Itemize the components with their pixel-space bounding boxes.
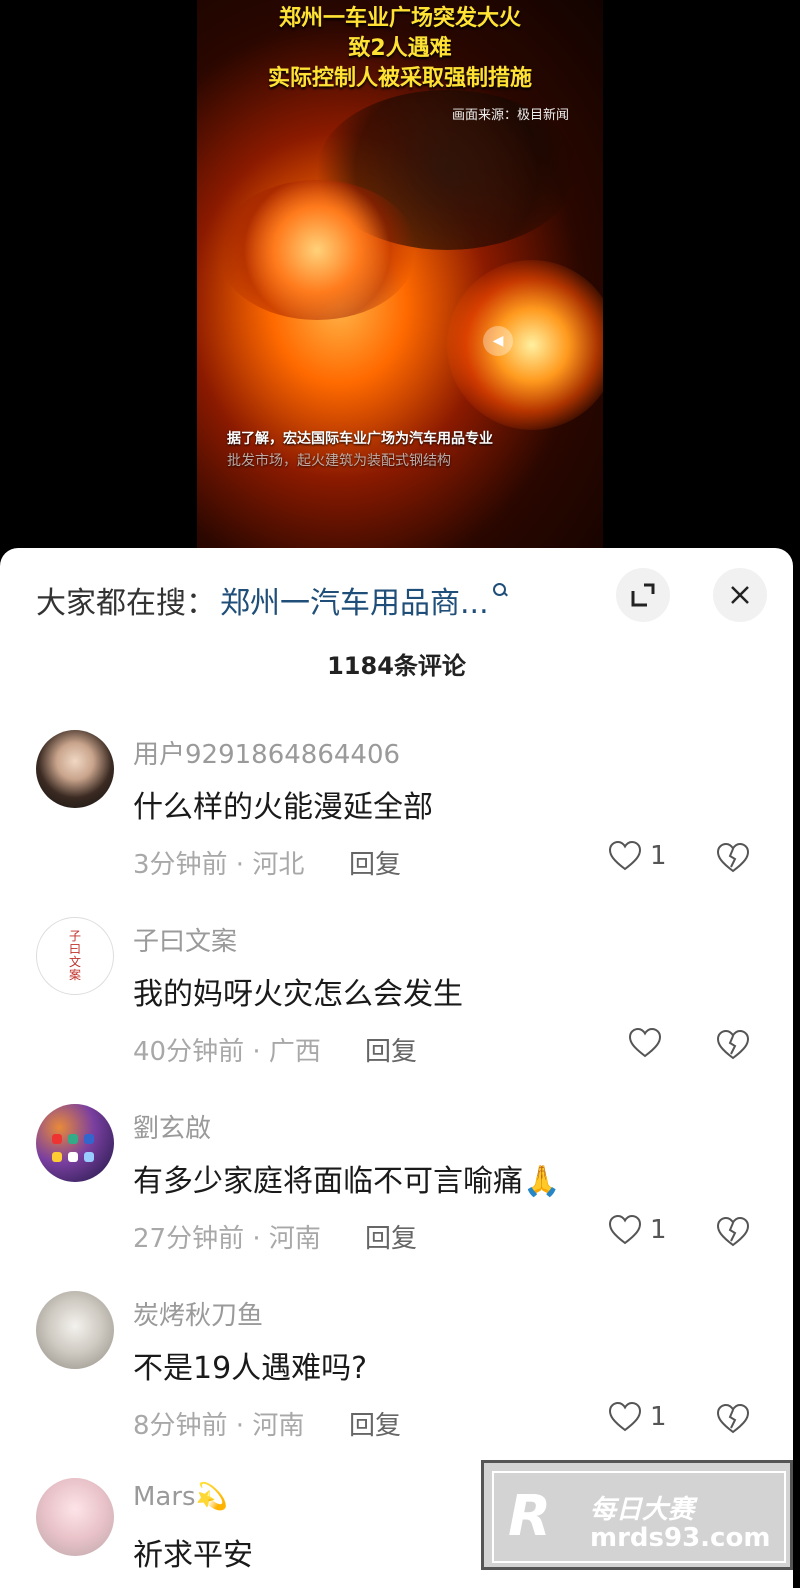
- broken-heart-icon: [716, 1029, 750, 1060]
- reply-button[interactable]: 回复: [365, 1218, 417, 1255]
- video-player[interactable]: 郑州一车业广场突发大火 致2人遇难 实际控制人被采取强制措施 画面来源：极目新闻…: [197, 0, 603, 556]
- comment-username[interactable]: 炭烤秋刀鱼: [133, 1295, 263, 1332]
- dislike-button[interactable]: [716, 1216, 750, 1252]
- comment-item: 炭烤秋刀鱼 不是19人遇难吗? 8分钟前 · 河南 回复 1: [0, 1291, 793, 1477]
- avatar[interactable]: [36, 1478, 114, 1556]
- comment-meta: 40分钟前 · 广西: [133, 1037, 321, 1067]
- fire-graphic-left: [217, 180, 417, 320]
- comment-text: 有多少家庭将面临不可言喻痛🙏: [133, 1164, 561, 1199]
- watermark: R 每日大赛 mrds93.com: [481, 1460, 793, 1570]
- play-icon[interactable]: ◀: [483, 326, 513, 356]
- search-suggestion[interactable]: 大家都在搜： 郑州一汽车用品商...: [36, 578, 507, 622]
- reply-button[interactable]: 回复: [349, 1405, 401, 1442]
- like-button[interactable]: 1: [608, 1214, 667, 1246]
- video-subtitle: 据了解，宏达国际车业广场为汽车用品专业 批发市场，起火建筑为装配式钢结构: [227, 428, 587, 472]
- broken-heart-icon: [716, 842, 750, 873]
- dislike-button[interactable]: [716, 842, 750, 878]
- video-subtitle-line: 据了解，宏达国际车业广场为汽车用品专业: [227, 431, 493, 447]
- search-label: 大家都在搜：: [36, 586, 216, 621]
- search-icon: [492, 583, 507, 597]
- video-source: 画面来源：极目新闻: [451, 108, 569, 123]
- comment-username[interactable]: 劉玄啟: [133, 1108, 211, 1145]
- like-count: 1: [650, 1215, 667, 1245]
- comment-item: 用户9291864864406 什么样的火能漫延全部 3分钟前 · 河北 回复 …: [0, 730, 793, 916]
- comment-text: 不是19人遇难吗?: [133, 1351, 368, 1386]
- comment-username[interactable]: 子曰文案: [133, 921, 237, 958]
- comment-sheet: 大家都在搜： 郑州一汽车用品商... 1184条评论 用户92918648644…: [0, 548, 793, 1588]
- video-title-line: 郑州一车业广场突发大火: [278, 6, 521, 31]
- heart-icon: [608, 1214, 642, 1245]
- broken-heart-icon: [716, 1216, 750, 1247]
- comment-text: 我的妈呀火灾怎么会发生: [133, 977, 463, 1012]
- comment-username[interactable]: 用户9291864864406: [133, 734, 400, 771]
- avatar[interactable]: 子曰文案: [36, 917, 114, 995]
- expand-button[interactable]: [616, 568, 670, 622]
- like-button[interactable]: 1: [608, 1401, 667, 1433]
- watermark-line2: mrds93.com: [590, 1523, 771, 1553]
- avatar-text: 子曰文案: [68, 929, 81, 982]
- video-title-line: 致2人遇难: [348, 36, 452, 61]
- broken-heart-icon: [716, 1403, 750, 1434]
- comment-text: 祈求平安: [133, 1538, 253, 1573]
- comment-item: 子曰文案 子曰文案 我的妈呀火灾怎么会发生 40分钟前 · 广西 回复: [0, 917, 793, 1103]
- heart-icon: [608, 1401, 642, 1432]
- heart-icon: [608, 840, 642, 871]
- avatar[interactable]: [36, 1291, 114, 1369]
- video-title: 郑州一车业广场突发大火 致2人遇难 实际控制人被采取强制措施: [197, 4, 603, 94]
- search-query-link[interactable]: 郑州一汽车用品商...: [220, 578, 489, 622]
- watermark-frame: R 每日大赛 mrds93.com: [492, 1471, 786, 1563]
- close-button[interactable]: [713, 568, 767, 622]
- like-button[interactable]: 1: [608, 840, 667, 872]
- watermark-logo: R: [508, 1484, 552, 1549]
- comment-meta: 3分钟前 · 河北: [133, 850, 305, 880]
- like-button[interactable]: [628, 1027, 670, 1059]
- like-count: 1: [650, 841, 667, 871]
- expand-icon: [631, 583, 655, 607]
- comment-count: 1184条评论: [327, 652, 466, 680]
- like-count: 1: [650, 1402, 667, 1432]
- watermark-line1: 每日大赛: [590, 1495, 695, 1525]
- video-subtitle-line: 批发市场，起火建筑为装配式钢结构: [227, 453, 451, 469]
- dislike-button[interactable]: [716, 1403, 750, 1439]
- comment-meta: 27分钟前 · 河南: [133, 1224, 321, 1254]
- video-area: 郑州一车业广场突发大火 致2人遇难 实际控制人被采取强制措施 画面来源：极目新闻…: [0, 0, 800, 560]
- avatar[interactable]: [36, 1104, 114, 1182]
- video-title-line: 实际控制人被采取强制措施: [267, 66, 532, 91]
- fire-graphic-right: [447, 260, 603, 430]
- reply-button[interactable]: 回复: [365, 1031, 417, 1068]
- avatar[interactable]: [36, 730, 114, 808]
- comment-meta: 8分钟前 · 河南: [133, 1411, 305, 1441]
- close-icon: [731, 586, 749, 604]
- comment-item: 劉玄啟 有多少家庭将面临不可言喻痛🙏 27分钟前 · 河南 回复 1: [0, 1104, 793, 1290]
- reply-button[interactable]: 回复: [349, 844, 401, 881]
- comment-text: 什么样的火能漫延全部: [133, 790, 433, 825]
- heart-icon: [628, 1027, 662, 1058]
- comment-username[interactable]: Mars💫: [133, 1482, 228, 1512]
- dislike-button[interactable]: [716, 1029, 750, 1065]
